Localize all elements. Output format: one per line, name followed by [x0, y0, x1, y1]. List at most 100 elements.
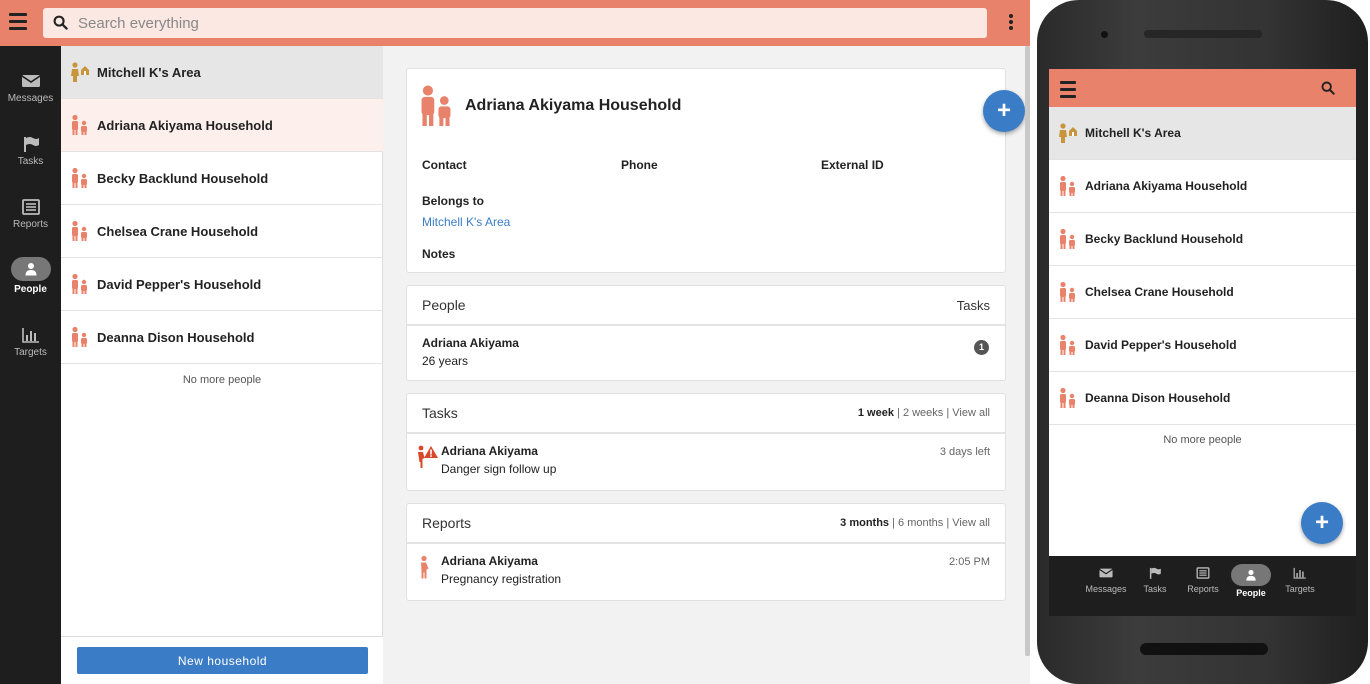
phone-bottom-nav: Messages Tasks Reports People Targets — [1049, 556, 1356, 616]
nav-label: Targets — [14, 347, 47, 358]
search-icon[interactable] — [1321, 81, 1335, 95]
nav-label: Tasks — [1143, 584, 1167, 594]
reports-card-header: Reports 3 months | 6 months | View all — [407, 504, 1005, 544]
task-description: Danger sign follow up — [441, 462, 557, 476]
list-item[interactable]: Chelsea Crane Household — [61, 205, 383, 258]
task-count-badge: 1 — [974, 340, 989, 355]
list-item[interactable]: David Pepper's Household — [1049, 319, 1356, 372]
nav-reports[interactable]: Reports — [0, 198, 61, 254]
person-icon — [1246, 569, 1256, 581]
task-due: 3 days left — [939, 446, 990, 458]
household-icon — [72, 167, 87, 188]
external-id-label: External ID — [821, 158, 884, 172]
nav-people[interactable]: People — [1227, 564, 1275, 598]
people-card: People Tasks Adriana Akiyama 26 years 1 — [406, 285, 1006, 381]
search-icon — [53, 15, 68, 30]
active-pill — [10, 257, 51, 281]
bar-chart-icon — [21, 328, 39, 343]
nav-messages[interactable]: Messages — [0, 72, 61, 128]
filter-3-months[interactable]: 3 months — [840, 517, 889, 529]
add-fab-button[interactable]: + — [1301, 502, 1343, 544]
report-time: 2:05 PM — [949, 556, 990, 568]
list-item-area[interactable]: Mitchell K's Area — [1049, 107, 1356, 160]
scrollbar[interactable] — [1025, 46, 1030, 656]
household-icon — [72, 273, 87, 294]
contact-label: Contact — [422, 158, 467, 172]
list-item-label: Chelsea Crane Household — [1085, 285, 1234, 299]
household-icon — [72, 114, 87, 135]
nav-targets[interactable]: Targets — [1276, 566, 1324, 594]
filter-1-week[interactable]: 1 week — [858, 407, 894, 419]
list-item[interactable]: Adriana Akiyama Household — [61, 99, 383, 152]
nav-label: People — [1236, 588, 1266, 598]
phone-screen: Mitchell K's Area Adriana Akiyama Househ… — [1049, 69, 1356, 616]
search-box[interactable] — [43, 8, 987, 38]
list-item-label: Mitchell K's Area — [1085, 126, 1181, 140]
household-icon — [1060, 281, 1075, 302]
nav-label: Tasks — [17, 156, 44, 167]
list-item-label: David Pepper's Household — [1085, 338, 1237, 352]
flag-icon — [23, 137, 39, 152]
tasks-card-header: Tasks 1 week | 2 weeks | View all — [407, 394, 1005, 434]
separator: | — [897, 407, 900, 419]
contact-list: Mitchell K's Area Adriana Akiyama Househ… — [61, 46, 383, 684]
household-icon — [1060, 228, 1075, 249]
household-summary-card: Adriana Akiyama Household Contact Phone … — [406, 68, 1006, 273]
nav-people[interactable]: People — [0, 257, 61, 313]
nav-tasks[interactable]: Tasks — [1131, 566, 1179, 594]
report-row[interactable]: Adriana Akiyama Pregnancy registration 2… — [407, 544, 1005, 598]
list-item-area[interactable]: Mitchell K's Area — [61, 46, 383, 99]
nav-targets[interactable]: Targets — [0, 326, 61, 382]
bar-chart-icon — [1293, 567, 1306, 579]
household-icon — [1060, 387, 1075, 408]
search-input[interactable] — [78, 8, 968, 38]
filter-view-all[interactable]: View all — [952, 407, 990, 419]
more-options-icon[interactable] — [1006, 14, 1016, 32]
list-item[interactable]: Deanna Dison Household — [1049, 372, 1356, 425]
list-item[interactable]: Becky Backlund Household — [61, 152, 383, 205]
people-tasks-column-label: Tasks — [956, 297, 990, 313]
no-more-text: No more people — [182, 374, 262, 386]
list-item[interactable]: Becky Backlund Household — [1049, 213, 1356, 266]
report-description: Pregnancy registration — [441, 572, 562, 586]
list-item-label: Adriana Akiyama Household — [97, 117, 273, 133]
report-name: Adriana Akiyama — [441, 554, 538, 568]
person-age: 26 years — [422, 354, 469, 368]
area-icon — [71, 62, 89, 82]
nav-messages[interactable]: Messages — [1082, 566, 1130, 594]
top-bar — [0, 0, 1030, 46]
nav-label: Messages — [1085, 584, 1127, 594]
reports-section-title: Reports — [422, 515, 472, 531]
separator: | — [892, 517, 895, 529]
active-pill — [1231, 564, 1271, 586]
menu-icon[interactable] — [1060, 81, 1076, 102]
list-item[interactable]: Deanna Dison Household — [61, 311, 383, 364]
task-row[interactable]: Adriana Akiyama Danger sign follow up 3 … — [407, 434, 1005, 488]
nav-label: Reports — [12, 219, 48, 230]
list-item-label: David Pepper's Household — [97, 276, 262, 292]
person-row[interactable]: Adriana Akiyama 26 years 1 — [407, 326, 1005, 380]
list-item-label: Mitchell K's Area — [97, 64, 201, 80]
nav-tasks[interactable]: Tasks — [0, 135, 61, 191]
envelope-icon — [21, 75, 40, 87]
filter-view-all[interactable]: View all — [952, 517, 990, 529]
household-icon — [1060, 334, 1075, 355]
filter-6-months[interactable]: 6 months — [898, 517, 943, 529]
nav-label: People — [14, 284, 47, 295]
nav-label: Reports — [1187, 584, 1219, 594]
menu-icon[interactable] — [9, 13, 27, 33]
list-item-label: Adriana Akiyama Household — [1085, 179, 1248, 193]
belongs-to-link[interactable]: Mitchell K's Area — [422, 215, 510, 229]
phone-camera — [1101, 31, 1108, 38]
flag-icon — [1149, 567, 1161, 579]
new-household-button[interactable]: New household — [77, 647, 368, 674]
list-item[interactable]: David Pepper's Household — [61, 258, 383, 311]
phone-home-bar — [1140, 643, 1268, 655]
add-fab-button[interactable]: + — [983, 90, 1025, 132]
nav-reports[interactable]: Reports — [1179, 566, 1227, 594]
list-item[interactable]: Chelsea Crane Household — [1049, 266, 1356, 319]
desktop-app: Messages Tasks Reports People Targets Mi… — [0, 0, 1030, 684]
no-more-text: No more people — [1163, 434, 1242, 446]
filter-2-weeks[interactable]: 2 weeks — [903, 407, 943, 419]
list-item[interactable]: Adriana Akiyama Household — [1049, 160, 1356, 213]
